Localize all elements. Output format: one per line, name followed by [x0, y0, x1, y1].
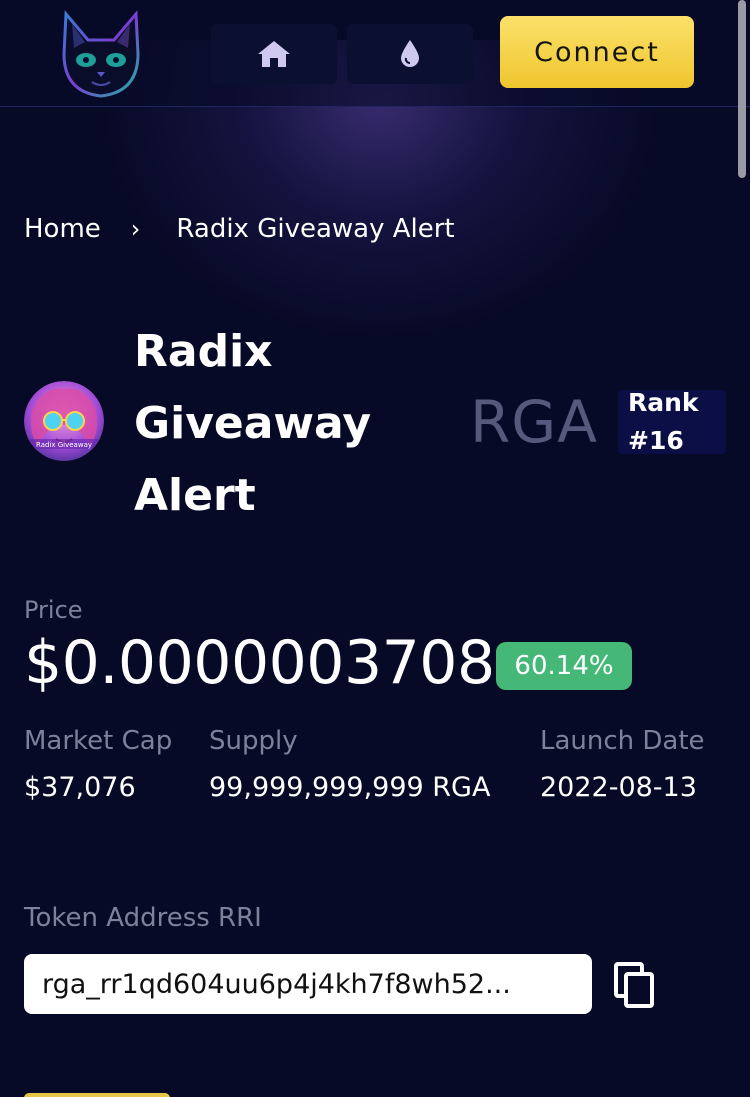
token-address-label: Token Address RRI	[24, 903, 262, 933]
cat-logo-icon[interactable]	[58, 10, 144, 98]
token-symbol: RGA	[470, 388, 598, 456]
breadcrumb: Home › Radix Giveaway Alert	[24, 214, 455, 244]
token-name-line: Radix	[134, 326, 273, 377]
token-page: Connect Home › Radix Giveaway Alert Radi…	[0, 0, 750, 1097]
copy-icon[interactable]	[612, 960, 660, 1010]
nav-liquidity-button[interactable]	[347, 24, 473, 84]
supply-value: 99,999,999,999 RGA	[209, 772, 491, 803]
top-nav: Connect	[0, 0, 750, 107]
breadcrumb-home-link[interactable]: Home	[24, 214, 101, 244]
price-value: $0.0000003708	[24, 628, 495, 698]
launch-date-value: 2022-08-13	[540, 772, 697, 803]
token-name: Radix Giveaway Alert	[134, 316, 434, 532]
rank-badge: Rank #16	[618, 388, 726, 455]
market-cap-label: Market Cap	[24, 726, 173, 756]
nav-home-button[interactable]	[211, 24, 337, 84]
breadcrumb-separator: ›	[130, 215, 141, 243]
supply-label: Supply	[209, 726, 298, 756]
token-name-line: Giveaway	[134, 398, 372, 449]
page-scrollbar[interactable]	[738, 0, 746, 178]
token-avatar: Radix Giveaway	[24, 381, 104, 461]
rank-value: #16	[628, 426, 684, 455]
price-label: Price	[24, 596, 83, 624]
breadcrumb-current: Radix Giveaway Alert	[176, 214, 455, 244]
market-cap-value: $37,076	[24, 772, 136, 803]
launch-date-label: Launch Date	[540, 726, 705, 756]
home-icon	[258, 41, 290, 67]
token-name-line: Alert	[134, 470, 256, 521]
droplet-icon	[401, 40, 419, 67]
svg-text:Radix Giveaway: Radix Giveaway	[36, 441, 92, 449]
connect-wallet-button[interactable]: Connect	[500, 16, 694, 88]
rank-label: Rank	[628, 388, 699, 417]
next-section-button[interactable]	[24, 1093, 170, 1097]
token-address-field[interactable]: rga_rr1qd604uu6p4j4kh7f8wh52...	[24, 954, 592, 1014]
price-change-badge: 60.14%	[496, 642, 632, 690]
